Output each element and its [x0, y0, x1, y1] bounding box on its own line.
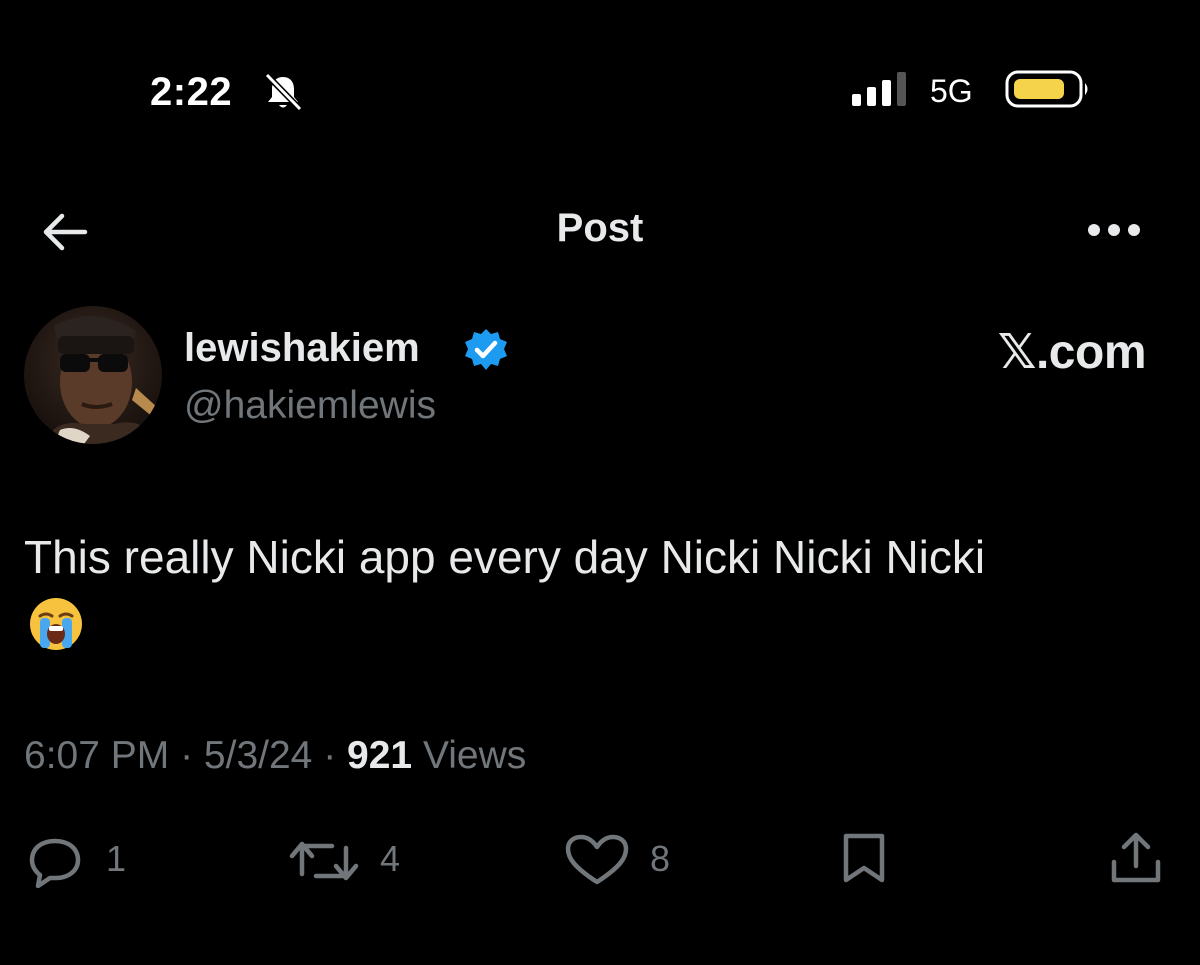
post-date: 5/3/24 — [203, 734, 313, 777]
repost-count: 4 — [380, 838, 401, 879]
views-label: Views — [412, 734, 527, 777]
page-title: Post — [556, 206, 644, 250]
signal-icon — [852, 72, 906, 106]
network-label: 5G — [930, 73, 973, 109]
share-icon[interactable] — [1108, 830, 1164, 886]
post-time: 6:07 PM — [24, 734, 170, 777]
like-icon[interactable] — [564, 834, 630, 886]
views-count: 921 — [347, 734, 413, 777]
like-count: 8 — [650, 838, 671, 879]
avatar[interactable] — [24, 306, 162, 444]
loudly-crying-emoji-icon — [30, 598, 82, 650]
post-meta: 6:07 PM · 5/3/24 · 921 Views — [24, 734, 526, 778]
repost-icon[interactable] — [288, 836, 360, 886]
status-time: 2:22 — [150, 70, 233, 114]
reply-icon[interactable] — [24, 836, 86, 888]
reply-count: 1 — [106, 838, 127, 879]
x-com-watermark: 𝕏.com — [997, 326, 1147, 379]
verified-badge-icon — [465, 329, 507, 370]
meta-separator: · — [312, 734, 348, 777]
meta-separator: · — [169, 734, 204, 777]
bell-slash-icon — [264, 72, 303, 112]
post-text: This really Nicki app every day Nicki Ni… — [24, 531, 986, 583]
display-name[interactable]: lewishakiem — [184, 326, 420, 371]
more-icon[interactable] — [1086, 222, 1142, 238]
battery-icon — [1005, 70, 1088, 108]
user-handle[interactable]: @hakiemlewis — [184, 384, 436, 428]
bookmark-icon[interactable] — [838, 832, 890, 884]
